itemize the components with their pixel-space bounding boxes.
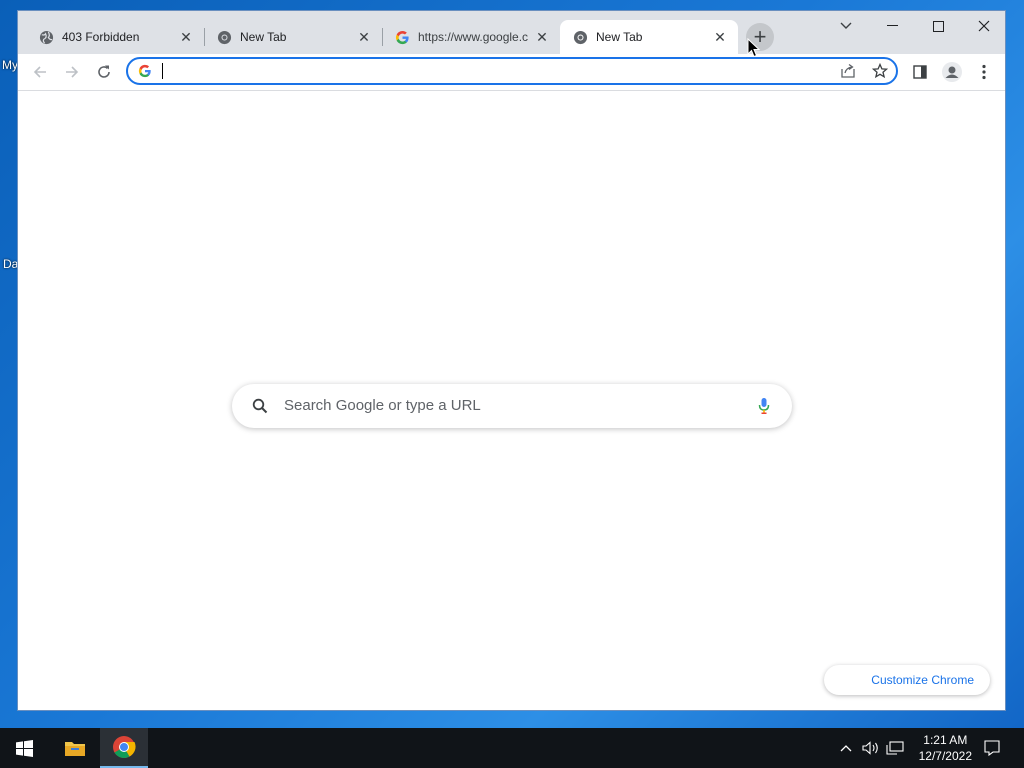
- system-clock[interactable]: 1:21 AM 12/7/2022: [919, 732, 972, 764]
- close-window-button[interactable]: [961, 11, 1005, 41]
- show-hidden-icons-button[interactable]: [836, 728, 856, 768]
- maximize-icon: [932, 20, 944, 32]
- back-button[interactable]: [26, 58, 54, 86]
- close-icon: [978, 20, 990, 32]
- network-icon: [886, 741, 904, 755]
- clock-time: 1:21 AM: [923, 733, 968, 747]
- address-bar[interactable]: [126, 57, 898, 85]
- taskbar: 1:21 AM 12/7/2022: [0, 728, 1024, 768]
- kebab-menu-icon: [982, 64, 986, 80]
- notifications-button[interactable]: [978, 728, 1006, 768]
- close-tab-icon[interactable]: ✕: [356, 29, 372, 45]
- volume-button[interactable]: [860, 728, 882, 768]
- profile-button[interactable]: [938, 58, 966, 86]
- tab-new-tab[interactable]: New Tab ✕: [204, 20, 382, 54]
- toolbar: [18, 54, 1005, 90]
- address-input[interactable]: [160, 62, 824, 82]
- maximize-button[interactable]: [915, 11, 961, 41]
- minimize-icon: [886, 25, 898, 26]
- share-icon[interactable]: [840, 63, 856, 84]
- mouse-cursor-icon: [747, 37, 761, 63]
- chrome-icon: [113, 736, 136, 758]
- reload-icon: [98, 65, 110, 78]
- chevron-up-icon: [840, 745, 852, 752]
- start-button[interactable]: [0, 728, 48, 768]
- tab-strip: 403 Forbidden ✕ New Tab ✕ https://www.go…: [18, 11, 1005, 54]
- customize-chrome-button[interactable]: Customize Chrome: [824, 665, 990, 695]
- windows-logo-icon: [15, 739, 33, 757]
- tab-title: 403 Forbidden: [62, 30, 140, 44]
- tab-title: https://www.google.c: [418, 30, 528, 44]
- menu-button[interactable]: [970, 58, 998, 86]
- globe-icon: [38, 29, 54, 45]
- google-icon: [394, 29, 410, 45]
- microphone-icon[interactable]: [758, 397, 770, 420]
- tab-title: New Tab: [240, 30, 287, 44]
- chrome-icon: [216, 29, 232, 45]
- tab-google[interactable]: https://www.google.c ✕: [382, 20, 560, 54]
- ntp-search-box[interactable]: Search Google or type a URL: [232, 384, 792, 428]
- search-placeholder: Search Google or type a URL: [284, 397, 481, 414]
- browser-window: 403 Forbidden ✕ New Tab ✕ https://www.go…: [17, 10, 1006, 711]
- toolbar-divider: [18, 90, 1005, 91]
- customize-label: Customize Chrome: [871, 673, 974, 687]
- tab-search-button[interactable]: [823, 11, 869, 41]
- chevron-down-icon: [840, 22, 852, 29]
- notification-icon: [984, 740, 1000, 756]
- side-panel-button[interactable]: [906, 58, 934, 86]
- arrow-left-icon: [33, 66, 46, 78]
- search-icon: [252, 398, 268, 419]
- star-icon[interactable]: [871, 62, 889, 84]
- side-panel-icon: [913, 65, 927, 79]
- chrome-icon: [572, 29, 588, 45]
- text-caret: [162, 63, 163, 79]
- minimize-button[interactable]: [869, 11, 915, 41]
- chrome-taskbar-button[interactable]: [100, 728, 148, 768]
- close-tab-icon[interactable]: ✕: [712, 29, 728, 45]
- speaker-icon: [862, 741, 878, 755]
- tab-new-tab-active[interactable]: New Tab ✕: [560, 20, 738, 54]
- close-tab-icon[interactable]: ✕: [178, 29, 194, 45]
- folder-icon: [65, 742, 85, 756]
- reload-button[interactable]: [90, 58, 118, 86]
- forward-button[interactable]: [58, 58, 86, 86]
- file-explorer-taskbar-button[interactable]: [52, 728, 98, 768]
- desktop-icon-label[interactable]: My: [2, 58, 18, 72]
- tab-title: New Tab: [596, 30, 643, 44]
- network-button[interactable]: [884, 728, 906, 768]
- avatar-icon: [942, 62, 962, 82]
- arrow-right-icon: [66, 66, 79, 78]
- clock-date: 12/7/2022: [918, 749, 972, 763]
- tab-403-forbidden[interactable]: 403 Forbidden ✕: [26, 20, 204, 54]
- google-g-icon: [138, 64, 152, 83]
- close-tab-icon[interactable]: ✕: [534, 29, 550, 45]
